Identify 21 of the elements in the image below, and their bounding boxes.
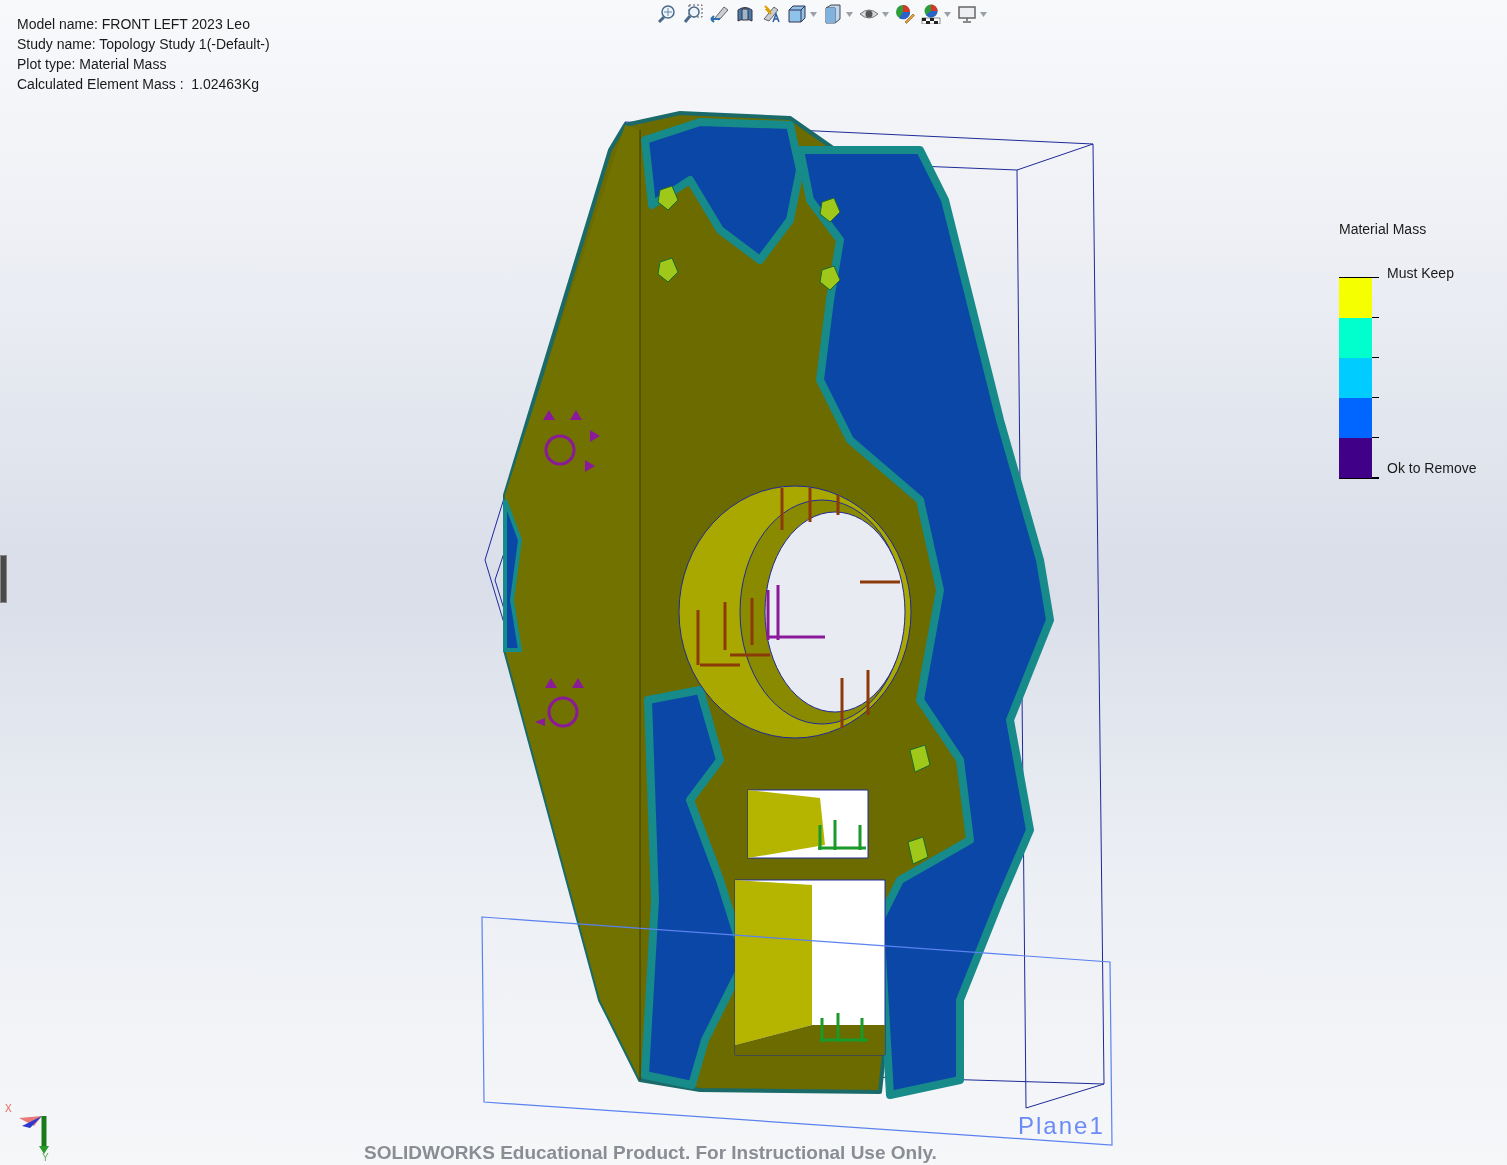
section-view-icon[interactable] — [735, 4, 755, 24]
legend-top-label: Must Keep — [1387, 264, 1455, 283]
color-ball-pencil-icon[interactable] — [895, 4, 915, 24]
monitor-icon[interactable] — [957, 4, 977, 24]
zoom-area-icon[interactable] — [683, 4, 703, 24]
plane-label: Plane1 — [1018, 1111, 1105, 1141]
annotation-view-icon[interactable] — [761, 4, 781, 24]
zoom-to-fit-icon[interactable] — [657, 4, 677, 24]
study-info-text: Model name: FRONT LEFT 2023 Leo — [17, 15, 251, 34]
legend-bottom-label: Ok to Remove — [1387, 459, 1477, 478]
shaded-cube-icon[interactable] — [823, 4, 843, 24]
educational-notice: SOLIDWORKS Educational Product. For Instructional Use Only. — [364, 1141, 937, 1165]
legend-title: Material Mass — [1339, 220, 1428, 239]
cube-view-icon[interactable] — [787, 4, 807, 24]
panel-handle[interactable] — [0, 555, 7, 603]
y-axis-label: Y — [42, 1152, 49, 1164]
study-info-text: Calculated Element Mass : 1.02463Kg — [17, 75, 261, 94]
study-info-text: Plot type: Material Mass — [17, 55, 168, 74]
x-axis-label: X — [5, 1103, 12, 1115]
study-info-text: Study name: Topology Study 1(-Default-) — [17, 35, 270, 54]
color-ball-floor-icon[interactable] — [921, 4, 941, 24]
